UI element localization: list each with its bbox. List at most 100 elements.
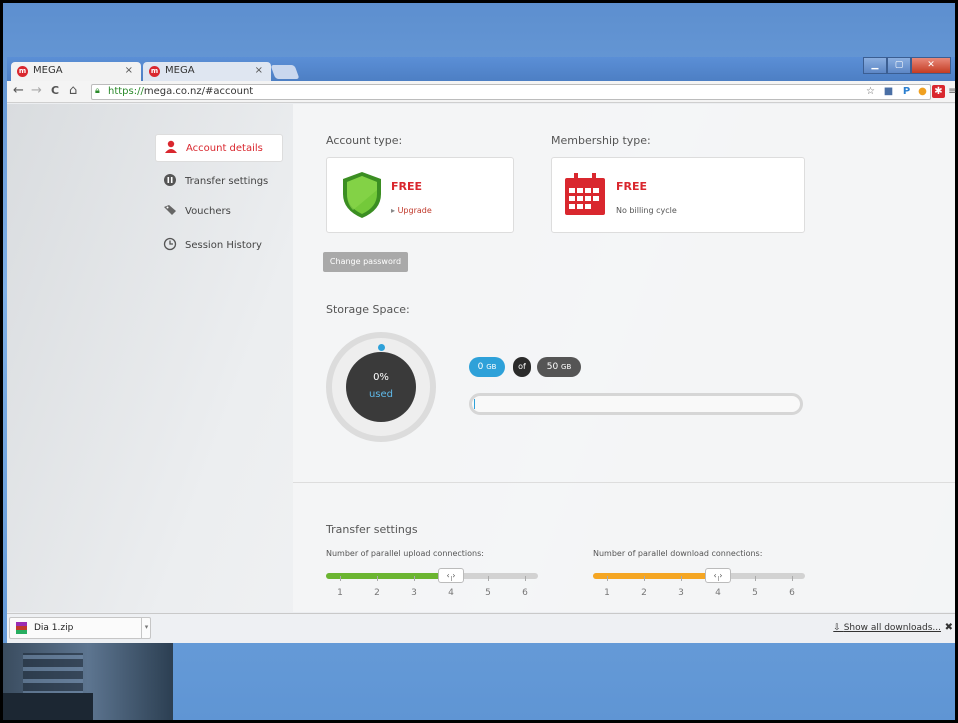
tab-close-icon[interactable]: × xyxy=(125,65,133,76)
reload-button[interactable]: C xyxy=(51,84,59,98)
tab-title: MEGA xyxy=(165,65,195,76)
used-amount: 0 xyxy=(477,362,484,372)
upload-connections-slider[interactable]: ‹ › xyxy=(326,568,538,583)
slider-tick-mark xyxy=(644,576,645,581)
tab-mega-second[interactable]: m MEGA × xyxy=(143,62,271,81)
change-password-button[interactable]: Change password xyxy=(323,252,408,272)
user-icon xyxy=(165,140,177,153)
slider-tick-mark xyxy=(488,576,489,581)
slider-tick-mark xyxy=(607,576,608,581)
slider-tick-label: 1 xyxy=(337,588,343,598)
address-bar[interactable]: 🔒︎ https://mega.co.nz/#account xyxy=(91,84,931,100)
calendar-icon xyxy=(565,173,605,215)
account-main-panel: Account type: Membership type: FREE ▸ Up… xyxy=(293,104,955,612)
billing-cycle-text: No billing cycle xyxy=(616,206,677,215)
download-connections-slider[interactable]: ‹ › xyxy=(593,568,805,583)
upload-connections-label: Number of parallel upload connections: xyxy=(326,549,484,558)
slider-tick-label: 1 xyxy=(604,588,610,598)
download-menu-arrow-icon[interactable]: ▾ xyxy=(141,617,151,639)
slider-tick-label: 4 xyxy=(448,588,454,598)
slider-tick-label: 6 xyxy=(789,588,795,598)
sidebar-item-label: Vouchers xyxy=(185,206,231,217)
slider-tick-label: 3 xyxy=(678,588,684,598)
sidebar-item-transfer-settings[interactable]: Transfer settings xyxy=(155,168,283,196)
home-button[interactable]: ⌂ xyxy=(69,84,77,98)
sidebar-item-vouchers[interactable]: Vouchers xyxy=(155,198,283,226)
upgrade-link-label: Upgrade xyxy=(397,206,432,215)
extension-icon[interactable]: ■ xyxy=(882,85,895,98)
of-badge: of xyxy=(513,357,531,377)
upload-slider-fill xyxy=(326,573,451,579)
new-tab-button[interactable] xyxy=(270,65,300,79)
slider-tick-label: 2 xyxy=(374,588,380,598)
download-arrow-icon: ⇩ xyxy=(833,623,844,633)
bookmark-star-icon[interactable]: ☆ xyxy=(864,85,877,98)
used-storage-badge: 0 GB xyxy=(469,357,505,377)
download-slider-ticks: 1 2 3 4 5 6 xyxy=(593,576,805,604)
sidebar-item-label: Transfer settings xyxy=(185,176,269,187)
slider-tick-mark xyxy=(525,576,526,581)
slider-tick-mark xyxy=(755,576,756,581)
zip-file-icon xyxy=(16,622,27,634)
tab-strip: m MEGA × m MEGA × ▁ ▢ ✕ xyxy=(7,57,955,81)
slider-tick-mark xyxy=(377,576,378,581)
sidebar-item-label: Session History xyxy=(185,240,262,251)
storage-progress-fill xyxy=(474,399,475,409)
mega-favicon-icon: m xyxy=(149,66,160,77)
total-unit: GB xyxy=(561,363,572,371)
membership-type-label: Membership type: xyxy=(551,134,651,147)
mega-extension-icon[interactable]: ✱ xyxy=(932,85,945,98)
download-connections-label: Number of parallel download connections: xyxy=(593,549,763,558)
tab-close-icon[interactable]: × xyxy=(255,65,263,76)
download-file-name: Dia 1.zip xyxy=(34,623,74,633)
maximize-button[interactable]: ▢ xyxy=(887,57,911,74)
lock-icon: 🔒︎ xyxy=(95,86,100,96)
sidebar-item-label: Account details xyxy=(186,143,263,154)
back-button[interactable]: ← xyxy=(13,84,24,98)
cookie-icon[interactable]: ● xyxy=(916,85,929,98)
transfer-settings-heading: Transfer settings xyxy=(326,523,418,536)
used-unit: GB xyxy=(486,363,497,371)
minimize-button[interactable]: ▁ xyxy=(863,57,887,74)
download-item[interactable]: Dia 1.zip ▾ xyxy=(9,617,151,639)
upgrade-link[interactable]: ▸ Upgrade xyxy=(391,206,432,215)
membership-type-value: FREE xyxy=(616,180,648,193)
window-controls: ▁ ▢ ✕ xyxy=(863,57,951,75)
mega-account-page: Account details Transfer settings Vouche… xyxy=(7,104,955,612)
menu-icon[interactable]: ≡ xyxy=(946,85,958,98)
membership-type-card: FREE No billing cycle xyxy=(551,157,805,233)
slider-tick-label: 2 xyxy=(641,588,647,598)
slider-tick-mark xyxy=(451,576,452,581)
usage-indicator-dot xyxy=(378,344,385,351)
tag-icon xyxy=(164,205,176,215)
total-amount: 50 xyxy=(546,362,559,372)
storage-usage-ring: 0% used xyxy=(326,332,436,442)
pinterest-icon[interactable]: P xyxy=(900,85,913,98)
slider-tick-label: 3 xyxy=(411,588,417,598)
account-type-value: FREE xyxy=(391,180,423,193)
storage-progress-bar xyxy=(469,393,803,415)
slider-tick-label: 5 xyxy=(485,588,491,598)
account-type-label: Account type: xyxy=(326,134,403,147)
download-shelf: Dia 1.zip ▾ ⇩ Show all downloads... ✖ xyxy=(7,613,955,643)
slider-tick-mark xyxy=(718,576,719,581)
tab-title: MEGA xyxy=(33,65,63,76)
slider-tick-label: 6 xyxy=(522,588,528,598)
slider-tick-mark xyxy=(414,576,415,581)
close-download-shelf-icon[interactable]: ✖ xyxy=(945,622,953,633)
slider-tick-mark xyxy=(681,576,682,581)
forward-button[interactable]: → xyxy=(31,84,42,98)
tab-mega-active[interactable]: m MEGA × xyxy=(11,62,141,81)
window-close-button[interactable]: ✕ xyxy=(911,57,951,74)
usage-used-label: used xyxy=(368,389,394,400)
sidebar-item-account-details[interactable]: Account details xyxy=(155,134,283,162)
download-slider-fill xyxy=(593,573,718,579)
account-type-card: FREE ▸ Upgrade xyxy=(326,157,514,233)
url-scheme: https:// xyxy=(108,86,144,97)
desktop-building-shadow xyxy=(3,693,93,720)
show-all-downloads-link[interactable]: ⇩ Show all downloads... xyxy=(833,623,941,633)
browser-toolbar: ← → C ⌂ 🔒︎ https://mega.co.nz/#account ☆… xyxy=(7,81,958,103)
section-divider xyxy=(293,482,955,483)
sidebar-item-session-history[interactable]: Session History xyxy=(155,232,283,260)
usage-percent: 0% xyxy=(373,372,389,383)
